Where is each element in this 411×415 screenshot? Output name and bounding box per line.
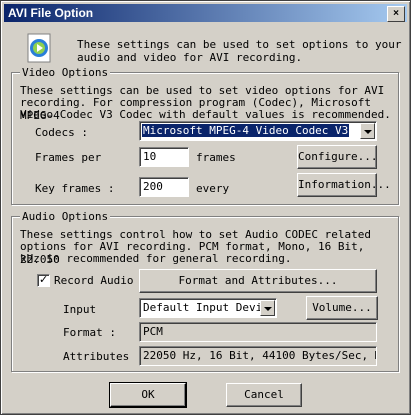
record-audio-checkbox[interactable]: [37, 273, 50, 287]
attributes-label: Attributes: [63, 350, 130, 363]
format-attributes-button[interactable]: Format and Attributes...: [139, 269, 377, 293]
frames-suffix-label: frames: [196, 151, 236, 164]
every-label: every: [196, 182, 230, 195]
key-frames-label: Key frames :: [35, 182, 115, 195]
audio-desc-3: kHz in recommended for general recording…: [20, 252, 292, 265]
codec-selected-value: Microsoft MPEG-4 Video Codec V3: [142, 124, 350, 137]
information-button[interactable]: Information...: [297, 173, 391, 197]
ok-button[interactable]: OK: [109, 382, 187, 408]
frames-per-input[interactable]: 10: [139, 147, 189, 167]
volume-button[interactable]: Volume...: [306, 296, 378, 320]
format-value-field: PCM: [139, 322, 377, 342]
frames-per-label: Frames per: [35, 151, 102, 164]
key-frames-input[interactable]: 200: [139, 177, 189, 197]
input-label: Input: [63, 303, 97, 316]
dialog-window: AVI File Option × These settings can be …: [0, 0, 411, 415]
cancel-button[interactable]: Cancel: [226, 383, 302, 407]
intro-line-2: audio and video for AVI recording.: [77, 51, 303, 64]
record-audio-label[interactable]: Record Audio: [54, 274, 133, 287]
codecs-label: Codecs :: [35, 126, 88, 139]
audio-options-label: Audio Options: [20, 210, 111, 223]
window-title: AVI File Option: [8, 6, 94, 20]
attributes-value-field: 22050 Hz, 16 Bit, 44100 Bytes/Sec, Mono: [139, 346, 377, 366]
title-bar[interactable]: AVI File Option ×: [4, 4, 407, 22]
chevron-down-icon[interactable]: [360, 123, 375, 139]
codec-select[interactable]: Microsoft MPEG-4 Video Codec V3: [139, 121, 377, 141]
video-options-label: Video Options: [20, 66, 111, 79]
input-device-select[interactable]: Default Input Device: [139, 298, 277, 318]
input-device-value: Default Input Device: [143, 301, 276, 314]
media-player-icon: [25, 33, 55, 63]
intro-line-1: These settings can be used to set option…: [77, 38, 402, 51]
close-button[interactable]: ×: [387, 6, 405, 22]
video-desc-3: Video Codec V3 Codec with default values…: [20, 108, 391, 121]
configure-button[interactable]: Configure...: [297, 145, 377, 169]
chevron-down-icon[interactable]: [260, 300, 275, 316]
format-label: Format :: [63, 326, 116, 339]
